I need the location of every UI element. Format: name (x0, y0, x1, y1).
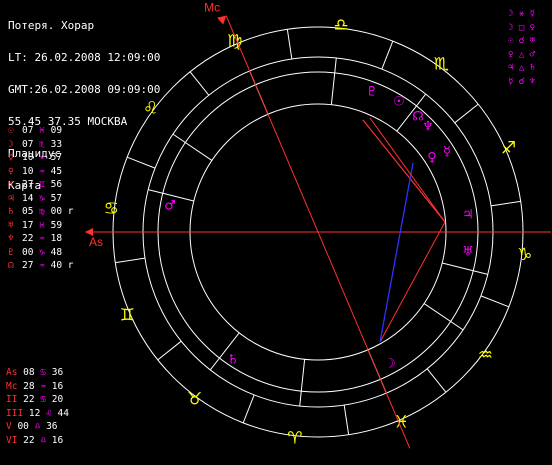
sign-divider (343, 404, 350, 435)
neptune-icon: ♆ (422, 120, 434, 135)
sign-aries-icon: ♈ (287, 429, 302, 449)
house-cusp-line (299, 359, 306, 407)
sign-aquarius-icon: ♒ (478, 345, 493, 365)
moon-icon: ☽ (384, 357, 396, 372)
aspect-line (362, 119, 446, 223)
sign-divider (490, 200, 521, 207)
sign-divider (189, 71, 210, 96)
aspect-line (379, 221, 446, 343)
sign-gemini-icon: ♊ (120, 305, 135, 325)
house-cusp-line (423, 303, 464, 331)
sign-sagittarius-icon: ♐ (501, 139, 516, 159)
mars-icon: ♂ (164, 199, 176, 214)
sign-divider (426, 368, 447, 393)
aspect-line (379, 162, 414, 343)
sign-taurus-icon: ♉ (187, 389, 202, 409)
sign-divider (381, 40, 394, 70)
asc-label: As (89, 235, 103, 249)
mc-arrow-icon (217, 15, 227, 25)
sign-divider (126, 156, 156, 169)
pluto-icon: ♇ (366, 85, 378, 100)
sign-capricorn-icon: ♑ (517, 245, 532, 265)
venus-icon: ♀ (427, 151, 437, 166)
jupiter-icon: ♃ (462, 208, 474, 223)
sign-leo-icon: ♌ (143, 99, 158, 119)
sign-divider (286, 29, 293, 60)
mc-label: Mc (204, 1, 220, 15)
sign-scorpio-icon: ♏ (434, 55, 449, 75)
saturn-icon: ♄ (227, 353, 239, 368)
sign-divider (480, 295, 510, 308)
house-cusp-line (172, 133, 213, 161)
sign-cancer-icon: ♋ (104, 199, 119, 219)
sign-divider (454, 103, 479, 124)
mercury-icon: ☿ (443, 145, 451, 160)
chart-wheel[interactable]: ♈♉♊♋♌♍♎♏♐♑♒♓AsMc♇☉☊♆♀ ☿♃♅♂♄ ☽ (0, 0, 552, 465)
house-cusp-line (442, 262, 488, 275)
sign-libra-icon: ♎ (334, 15, 349, 35)
house-cusp-line (330, 57, 337, 105)
sign-divider (242, 394, 255, 424)
sun-icon: ☉ (393, 95, 405, 110)
sign-divider (115, 257, 146, 264)
sign-divider (157, 340, 182, 361)
uranus-icon: ♅ (462, 245, 474, 260)
